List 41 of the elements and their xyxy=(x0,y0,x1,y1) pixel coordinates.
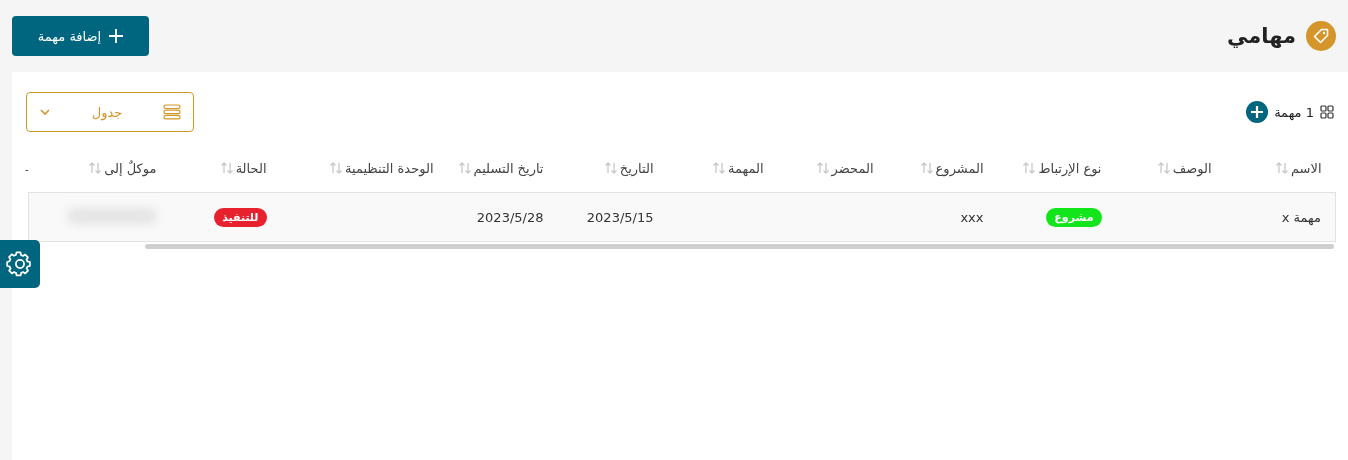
add-icon[interactable] xyxy=(1246,101,1269,123)
cell-text: مهمة x xyxy=(1281,209,1321,225)
list-icon xyxy=(163,104,181,120)
sort-icon[interactable] xyxy=(88,161,103,175)
chevron-down-icon xyxy=(39,108,51,116)
cell-text: xxx xyxy=(960,209,984,225)
cell-text: 2023/5/28 xyxy=(476,209,544,225)
column-header[interactable]: الاسم xyxy=(1290,160,1322,176)
sort-icon[interactable] xyxy=(603,161,618,175)
sort-icon[interactable] xyxy=(711,161,726,175)
plus-icon xyxy=(109,29,124,43)
sort-icon[interactable] xyxy=(815,161,830,175)
column-header[interactable]: التاريخ xyxy=(619,160,654,176)
column-header[interactable]: موكلٌ إلى xyxy=(104,160,157,176)
column-header[interactable]: الحالة xyxy=(235,160,267,176)
task-count: 1 مهمة xyxy=(1274,104,1314,120)
label-icon xyxy=(1313,28,1329,44)
settings-button[interactable] xyxy=(0,240,40,288)
cell-text: 2023/5/15 xyxy=(586,209,654,225)
settings-icon xyxy=(6,250,34,278)
sort-icon[interactable] xyxy=(1274,161,1289,175)
column-header[interactable]: نوع الإرتباط xyxy=(1038,160,1102,176)
column-header[interactable]: الوصف xyxy=(1172,160,1212,176)
status-tag: مشروع xyxy=(1046,207,1102,227)
sort-icon[interactable] xyxy=(1022,161,1037,175)
add-task-button[interactable]: إضافة مهمة xyxy=(12,16,149,56)
sort-icon[interactable] xyxy=(457,161,472,175)
column-header[interactable]: المهمة xyxy=(727,160,764,176)
sort-icon[interactable] xyxy=(919,161,934,175)
sort-icon[interactable] xyxy=(219,161,234,175)
sort-icon[interactable] xyxy=(1156,161,1171,175)
status-tag: للتنفيذ xyxy=(214,207,267,227)
grid-icon[interactable] xyxy=(1320,105,1334,119)
scrollbar[interactable] xyxy=(145,244,1334,249)
page-title: مهامي xyxy=(1227,24,1296,48)
sort-icon[interactable] xyxy=(329,161,343,175)
column-header[interactable]: الوحدة التنظيمية xyxy=(345,160,434,176)
column-header: - xyxy=(24,163,29,175)
column-header[interactable]: المشروع xyxy=(935,160,984,176)
column-header[interactable]: تاريخ التسليم xyxy=(473,160,544,176)
column-header[interactable]: المحضر xyxy=(831,160,874,176)
